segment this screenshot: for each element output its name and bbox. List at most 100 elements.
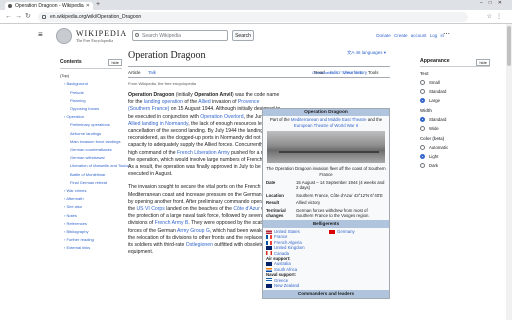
belligerent-link[interactable]: New Zealand [274,283,299,288]
belligerent-link[interactable]: France [274,234,287,239]
belligerent-link[interactable]: French Algeria [274,240,302,245]
belligerent-link[interactable]: Germany [337,229,355,234]
text-size-option[interactable]: Standard [420,89,490,95]
infobox-value: 15 August – 14 September 1944 (4 weeks a… [296,180,385,191]
radio-icon[interactable] [420,80,425,85]
color-option[interactable]: Dark [420,163,490,169]
link[interactable]: landing operation [144,99,183,105]
toc-item[interactable]: Opposing forces [60,105,122,113]
radio-icon[interactable] [420,154,425,159]
close-tab-icon[interactable]: ✕ [86,2,90,10]
radio-icon[interactable] [420,126,425,131]
width-option[interactable]: Standard [420,117,490,123]
reload-icon[interactable]: ↻ [25,12,31,22]
toc-item[interactable]: Planning [60,97,122,105]
tab-talk[interactable]: Talk [148,70,156,75]
coordinates-link[interactable]: Coordinates: 43°12′N 6°40′E [312,70,363,75]
belligerent-link[interactable]: Greece [274,278,288,283]
new-tab-icon[interactable]: + [96,1,100,8]
belligerent-item[interactable]: New Zealand [266,283,323,288]
flag-icon [266,283,272,288]
link[interactable]: Ostlegionen [186,242,213,248]
toc-hide-button[interactable]: hide [108,59,122,66]
link[interactable]: Operation Overlord [200,114,243,120]
infobox-part-of: Part of the Mediterranean and Middle Eas… [269,117,383,128]
toc-item[interactable]: German withdrawal [60,154,122,162]
search-button[interactable]: Search [232,30,254,41]
link[interactable]: Mediterranean and Middle East Theatre [291,117,367,122]
link[interactable]: Allied [198,99,210,105]
user-links[interactable]: Donate Create account Log in [376,33,444,38]
radio-icon[interactable] [420,145,425,150]
belligerent-link[interactable]: Canada [274,251,289,256]
toolbar-icons[interactable]: ☆⋮ [487,13,506,20]
toc-item[interactable]: › Notes [60,212,122,220]
width-option[interactable]: Wide [420,126,490,132]
address-bar[interactable]: en.wikipedia.org/wiki/Operation_Dragoon [38,12,468,22]
search-placeholder: Search Wikipedia [142,33,181,39]
toc-item[interactable]: › Bibliography [60,228,122,236]
belligerent-link[interactable]: South Africa [274,267,297,272]
browser-tab[interactable]: Operation Dragoon - Wikipedia ✕ [5,2,93,10]
belligerent-link[interactable]: Australia [274,261,291,266]
toc-item[interactable]: Prelude [60,89,122,97]
search-input[interactable]: Search Wikipedia [132,30,228,41]
toc-item[interactable]: Final German retreat [60,179,122,187]
infobox-title: Operation Dragoon [263,109,389,117]
toc-item[interactable]: Main invasion force landings [60,138,122,146]
link[interactable]: US VI Corps [137,206,165,212]
window-controls-icon[interactable]: –□✕ [480,0,508,6]
tab-article[interactable]: Article [128,70,141,75]
link[interactable]: Allied landing in Normandy [128,121,188,127]
radio-icon[interactable] [420,163,425,168]
link[interactable]: Côte d'Azur [233,206,259,212]
browser-toolbar: ← → ↻ en.wikipedia.org/wiki/Operation_Dr… [0,10,512,24]
toc-item[interactable]: (Top) [60,72,122,80]
belligerent-link[interactable]: United States [274,229,300,234]
toc-item[interactable]: Liberation of Marseille and Toulon [60,162,130,170]
toc-item[interactable]: › Aftermath [60,195,122,203]
radio-icon[interactable] [420,117,425,122]
belligerent-link[interactable]: United Kingdom [274,245,305,250]
radio-icon[interactable] [420,98,425,103]
toc-item[interactable]: Airborne landings [60,130,122,138]
invasion-fleet-photo[interactable] [267,131,385,164]
appearance-hide-button[interactable]: hide [476,59,490,66]
toc-item[interactable]: Battle of Montélimar [60,171,122,179]
more-options-icon[interactable]: ⋯ [443,30,450,38]
belligerent-item[interactable]: Germany [329,229,386,234]
tab-tools[interactable]: Tools [368,70,379,75]
tagline: From Wikipedia, the free encyclopedia [128,81,197,86]
link[interactable]: Army Group G [177,228,210,234]
color-option[interactable]: Light [420,154,490,160]
radio-icon[interactable] [420,89,425,94]
link[interactable]: French Liberation Army [177,150,230,156]
text-size-option[interactable]: Small [420,80,490,86]
toc-item[interactable]: › War crimes [60,187,122,195]
back-icon[interactable]: ← [5,12,12,22]
toc-item[interactable]: › Further reading [60,236,122,244]
paragraph-1: Operation Dragoon (initially Operation A… [128,92,282,178]
tab-strip: Operation Dragoon - Wikipedia ✕ + –□✕ [0,0,512,10]
forward-icon[interactable]: → [15,12,22,22]
infobox-value: Allied victory [296,200,321,206]
link[interactable]: European Theatre of World War II [294,123,358,128]
scrollbar-thumb[interactable] [507,26,511,66]
wikipedia-wordmark[interactable]: WIKIPEDIA [76,29,127,38]
toc-item[interactable]: › External links [60,244,122,252]
toc-item[interactable]: › References [60,220,122,228]
toc-item[interactable]: › See also [60,203,122,211]
tab-title: Operation Dragoon - Wikipedia [15,3,84,9]
color-option-label: Dark [429,163,439,168]
main-menu-icon[interactable]: ≡ [38,30,43,39]
color-option[interactable]: Automatic [420,145,490,151]
link[interactable]: French Army B [155,220,189,226]
language-button[interactable]: 文A 46 languages ▾ [347,50,386,56]
toc-item[interactable]: › Operation [60,113,122,121]
text-size-option[interactable]: Large [420,98,490,104]
scrollbar[interactable] [506,24,512,320]
toc-item[interactable]: › Background [60,80,122,88]
toc-item[interactable]: German counterattacks [60,146,122,154]
wikipedia-globe-icon[interactable] [56,28,72,44]
toc-item[interactable]: Preliminary operations [60,121,122,129]
